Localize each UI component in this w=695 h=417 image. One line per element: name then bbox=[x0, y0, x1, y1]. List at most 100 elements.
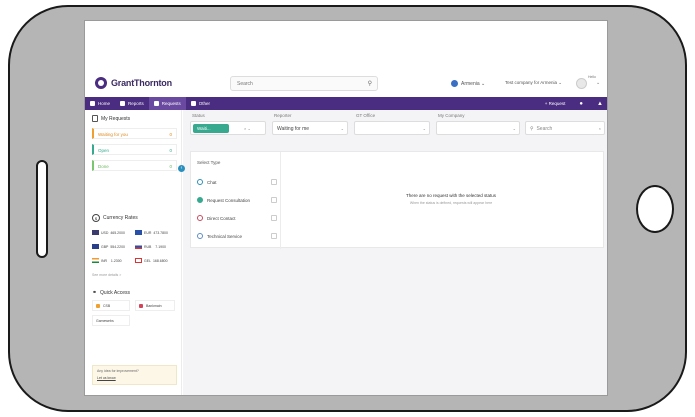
home-icon bbox=[90, 101, 95, 106]
type-request-consultation[interactable]: Request Consultation bbox=[197, 197, 279, 203]
let-us-know-link[interactable]: Let us know bbox=[97, 376, 172, 380]
flag-usd-icon bbox=[92, 230, 99, 235]
reporter-filter-label: Reporter bbox=[274, 113, 292, 118]
company-selector[interactable]: Test company for Armenia ⌄ bbox=[505, 80, 562, 86]
quick-access-csb[interactable]: CSB bbox=[92, 300, 130, 311]
chevron-down-icon: ⌄ bbox=[422, 126, 426, 131]
type-filter-column: Select Type Chat Request Consultation Di… bbox=[191, 152, 281, 249]
flag-gel-icon bbox=[135, 258, 142, 263]
reporter-filter[interactable]: Waiting for me ⌄ bbox=[272, 121, 348, 135]
folder-icon bbox=[190, 101, 196, 106]
search-placeholder: Search bbox=[237, 81, 253, 87]
link-icon: ⚭ bbox=[92, 290, 98, 296]
sidebar-collapse-button[interactable]: ‹ bbox=[178, 165, 185, 172]
bank-icon bbox=[139, 303, 143, 308]
requests-search-input[interactable]: ⚲ Search × bbox=[525, 121, 605, 135]
empty-state-title: There are no request with the selected s… bbox=[405, 193, 497, 198]
rate-gbp: GBP 554.2200 bbox=[92, 244, 125, 249]
user-greeting: Hello bbox=[588, 75, 596, 79]
search-input[interactable]: Search ⚲ bbox=[230, 76, 378, 91]
rate-rub: RUB 7.1900 bbox=[135, 244, 166, 249]
nav-item-home[interactable]: Home bbox=[85, 97, 115, 110]
status-count: 0 bbox=[169, 164, 172, 169]
contact-icon bbox=[197, 215, 203, 221]
status-filter-label: Status bbox=[192, 113, 205, 118]
rate-eur: EUR 473.7800 bbox=[135, 230, 168, 235]
type-direct-contact[interactable]: Direct Contact bbox=[197, 215, 279, 221]
see-more-details-link[interactable]: See more details > bbox=[92, 273, 121, 277]
chevron-down-icon[interactable]: ⌄ bbox=[596, 80, 600, 86]
idea-text: Any idea for improvement? bbox=[97, 369, 139, 373]
nav-item-requests[interactable]: Requests bbox=[148, 97, 186, 110]
quick-access-bankmain[interactable]: Bankmain bbox=[135, 300, 175, 311]
clear-icon[interactable]: × ⌄ bbox=[244, 126, 251, 131]
nav-label: Other bbox=[198, 101, 211, 106]
gt-office-filter[interactable]: ⌄ bbox=[354, 121, 430, 135]
type-checkbox[interactable] bbox=[271, 215, 277, 221]
requests-panel: Select Type Chat Request Consultation Di… bbox=[190, 151, 604, 249]
status-count: 0 bbox=[169, 148, 172, 153]
select-type-label: Select Type bbox=[197, 160, 221, 165]
nav-label: Home bbox=[98, 101, 111, 106]
language-selector[interactable]: Armenia ⌄ bbox=[451, 80, 485, 87]
phone-home-button[interactable] bbox=[636, 185, 674, 233]
flag-gbp-icon bbox=[92, 244, 99, 249]
currency-rates-title: $ Currency Rates bbox=[92, 214, 138, 222]
type-chat[interactable]: Chat bbox=[197, 179, 279, 185]
csb-icon bbox=[96, 303, 100, 308]
improvement-idea-box: Any idea for improvement? Let us know bbox=[92, 365, 177, 385]
quick-access-title: ⚭ Quick Access bbox=[92, 289, 131, 297]
flag-rub-icon bbox=[135, 244, 142, 249]
nav-actions: + Request ● ▲ bbox=[545, 97, 603, 110]
gt-office-filter-label: GT Office bbox=[356, 113, 376, 118]
chat-icon[interactable]: ● bbox=[579, 101, 583, 107]
company-label: Test company for Armenia bbox=[505, 80, 558, 85]
status-filter[interactable]: Waiti... × ⌄ bbox=[190, 121, 266, 135]
filter-bar: Status Waiti... × ⌄ Reporter Waiting for… bbox=[190, 113, 605, 143]
company-filter-label: My Company bbox=[438, 113, 465, 118]
logo-icon bbox=[95, 77, 107, 89]
status-chip[interactable]: Waiti... bbox=[193, 124, 229, 133]
type-checkbox[interactable] bbox=[271, 197, 277, 203]
document-icon bbox=[92, 115, 98, 122]
status-waiting-for-you[interactable]: Waiting for you 0 bbox=[92, 128, 177, 139]
rate-inr: INR 1.2300 bbox=[92, 258, 122, 263]
nav-item-other[interactable]: Other bbox=[186, 97, 215, 110]
flag-eur-icon bbox=[135, 230, 142, 235]
close-icon[interactable]: × bbox=[599, 126, 601, 131]
status-count: 0 bbox=[169, 132, 172, 137]
chevron-down-icon: ⌄ bbox=[512, 126, 516, 131]
logo[interactable]: GrantThornton bbox=[95, 77, 172, 89]
quick-access-gamewebs[interactable]: Gamewebs bbox=[92, 315, 130, 326]
technical-service-icon bbox=[197, 233, 203, 239]
type-technical-service[interactable]: Technical Service bbox=[197, 233, 279, 239]
search-icon: ⚲ bbox=[530, 126, 536, 132]
type-checkbox[interactable] bbox=[271, 233, 277, 239]
chevron-down-icon: ⌄ bbox=[479, 80, 486, 87]
inbox-icon bbox=[153, 101, 159, 106]
company-filter[interactable]: ⌄ bbox=[436, 121, 520, 135]
currency-icon: $ bbox=[92, 214, 100, 222]
nav-label: Reports bbox=[128, 101, 144, 106]
bell-icon[interactable]: ▲ bbox=[597, 101, 603, 107]
globe-icon bbox=[451, 80, 458, 87]
logo-text: GrantThornton bbox=[111, 78, 172, 88]
phone-speaker-slot bbox=[36, 160, 48, 258]
nav-item-reports[interactable]: Reports bbox=[115, 97, 149, 110]
my-requests-title: My Requests bbox=[92, 115, 130, 122]
status-done[interactable]: Done 0 bbox=[92, 160, 177, 171]
chat-icon bbox=[197, 179, 203, 185]
sidebar: My Requests Waiting for you 0 Open 0 Don… bbox=[85, 110, 182, 395]
search-icon[interactable]: ⚲ bbox=[368, 80, 372, 87]
app-screen: GrantThornton Search ⚲ Armenia ⌄ Test co… bbox=[84, 20, 608, 396]
new-request-button[interactable]: + Request bbox=[545, 101, 566, 106]
rate-gel: GEL 168.6800 bbox=[135, 258, 168, 263]
language-label: Armenia bbox=[461, 80, 480, 87]
status-open[interactable]: Open 0 bbox=[92, 144, 177, 155]
nav-bar: Home Reports Requests Other + Request ● … bbox=[85, 97, 607, 110]
type-checkbox[interactable] bbox=[271, 179, 277, 185]
empty-state-subtitle: When the status is defined, requests wil… bbox=[409, 201, 493, 205]
avatar[interactable] bbox=[576, 78, 587, 89]
flag-inr-icon bbox=[92, 258, 99, 263]
top-bar: GrantThornton Search ⚲ Armenia ⌄ Test co… bbox=[85, 72, 607, 97]
